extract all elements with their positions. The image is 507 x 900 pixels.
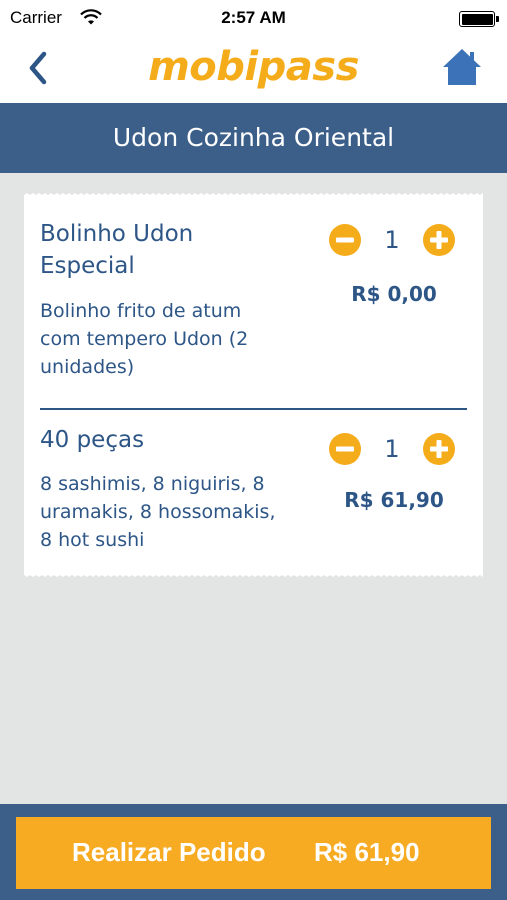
restaurant-header: Udon Cozinha Oriental: [0, 103, 507, 173]
home-icon: [443, 49, 481, 85]
item-description: com tempero Udon (2: [40, 328, 249, 350]
home-button[interactable]: [441, 46, 483, 88]
increase-quantity-button[interactable]: [423, 224, 455, 256]
item-name: Bolinho Udon: [40, 221, 194, 247]
place-order-button[interactable]: Realizar Pedido R$ 61,90: [16, 817, 491, 889]
item-price: R$ 61,90: [344, 488, 444, 512]
minus-circle-icon: [329, 433, 361, 465]
app-logo: mobipass: [148, 44, 359, 90]
card-bottom-edge: [24, 571, 483, 577]
decrease-quantity-button[interactable]: [329, 224, 361, 256]
nav-bar: mobipass: [0, 36, 507, 103]
item-description: 8 hot sushi: [40, 529, 145, 551]
clock: 2:57 AM: [221, 8, 286, 27]
item-divider: [40, 408, 467, 410]
order-total: R$ 61,90: [314, 837, 420, 867]
battery-tip: [496, 16, 499, 22]
footer-bar: Realizar Pedido R$ 61,90: [0, 804, 507, 900]
item-description: Bolinho frito de atum: [40, 300, 242, 322]
item-name: 40 peças: [40, 427, 145, 453]
battery-icon: [459, 11, 495, 27]
item-description: 8 sashimis, 8 niguiris, 8: [40, 473, 265, 495]
quantity-value: 1: [384, 226, 400, 254]
increase-quantity-button[interactable]: [423, 433, 455, 465]
order-card: Bolinho Udon Especial Bolinho frito de a…: [24, 196, 483, 574]
plus-circle-icon: [423, 224, 455, 256]
minus-circle-icon: [329, 224, 361, 256]
item-description: unidades): [40, 356, 135, 378]
decrease-quantity-button[interactable]: [329, 433, 361, 465]
place-order-label: Realizar Pedido: [72, 837, 266, 867]
item-description: uramakis, 8 hossomakis,: [40, 501, 276, 523]
plus-circle-icon: [423, 433, 455, 465]
item-price: R$ 0,00: [351, 282, 437, 306]
quantity-value: 1: [384, 435, 400, 463]
item-name-line2: Especial: [40, 253, 135, 279]
status-bar: Carrier 2:57 AM: [0, 0, 507, 36]
restaurant-name: Udon Cozinha Oriental: [112, 123, 395, 152]
